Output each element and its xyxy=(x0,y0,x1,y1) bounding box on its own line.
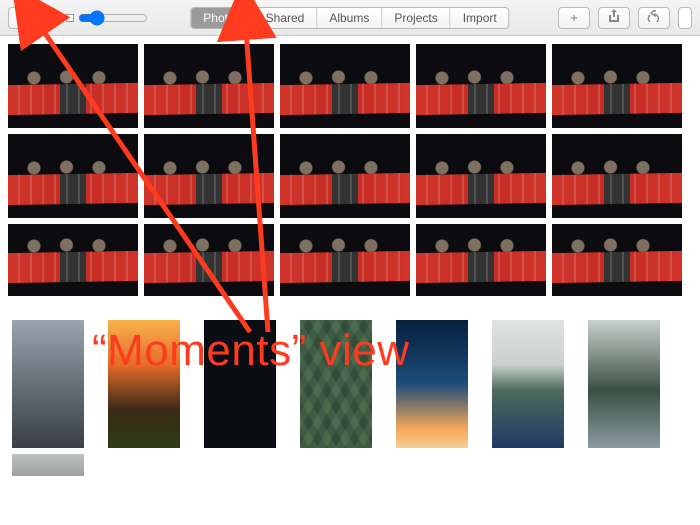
photo-thumbnail[interactable] xyxy=(416,134,546,218)
zoom-slider[interactable] xyxy=(78,10,148,26)
share-icon xyxy=(608,9,620,26)
photo-thumbnail[interactable] xyxy=(300,320,372,448)
right-tools: + xyxy=(558,7,692,29)
photo-thumbnail[interactable] xyxy=(416,44,546,128)
photo-thumbnail[interactable] xyxy=(12,454,84,476)
photo-thumbnail[interactable] xyxy=(144,44,274,128)
photo-thumbnail[interactable] xyxy=(8,44,138,128)
photo-thumbnail[interactable] xyxy=(144,224,274,296)
photo-thumbnail[interactable] xyxy=(144,134,274,218)
moment-grid-1 xyxy=(8,44,700,296)
back-button[interactable]: ‹ xyxy=(8,7,32,29)
photo-thumbnail[interactable] xyxy=(416,224,546,296)
zoom-control xyxy=(66,10,148,26)
view-tabs: Photos Shared Albums Projects Import xyxy=(190,7,509,29)
photo-thumbnail[interactable] xyxy=(396,320,468,448)
photo-thumbnail[interactable] xyxy=(552,134,682,218)
photo-thumbnail[interactable] xyxy=(108,320,180,448)
photo-thumbnail[interactable] xyxy=(204,320,276,448)
zoom-min-icon xyxy=(66,14,74,22)
chevron-right-icon: › xyxy=(42,12,46,24)
tab-import[interactable]: Import xyxy=(451,8,509,28)
photo-thumbnail[interactable] xyxy=(588,320,660,448)
plus-icon: + xyxy=(570,10,578,25)
share-button[interactable] xyxy=(598,7,630,29)
tab-shared[interactable]: Shared xyxy=(254,8,318,28)
photo-thumbnail[interactable] xyxy=(552,224,682,296)
chevron-left-icon: ‹ xyxy=(18,12,22,24)
tab-albums[interactable]: Albums xyxy=(317,8,382,28)
photo-thumbnail[interactable] xyxy=(12,320,84,448)
search-field[interactable] xyxy=(678,7,692,29)
toolbar: ‹ › Photos Shared Albums Projects Import… xyxy=(0,0,700,36)
nav-buttons: ‹ › xyxy=(8,7,56,29)
photo-thumbnail[interactable] xyxy=(552,44,682,128)
photo-thumbnail[interactable] xyxy=(280,44,410,128)
moment-grid-2 xyxy=(8,314,700,476)
tab-photos[interactable]: Photos xyxy=(191,8,253,28)
photo-thumbnail[interactable] xyxy=(8,224,138,296)
photo-thumbnail[interactable] xyxy=(8,134,138,218)
forward-button[interactable]: › xyxy=(32,7,56,29)
rotate-button[interactable] xyxy=(638,7,670,29)
rotate-icon xyxy=(647,10,661,25)
content xyxy=(0,36,700,476)
tab-projects[interactable]: Projects xyxy=(382,8,450,28)
photo-thumbnail[interactable] xyxy=(280,224,410,296)
photo-thumbnail[interactable] xyxy=(492,320,564,448)
photo-thumbnail[interactable] xyxy=(280,134,410,218)
add-button[interactable]: + xyxy=(558,7,590,29)
